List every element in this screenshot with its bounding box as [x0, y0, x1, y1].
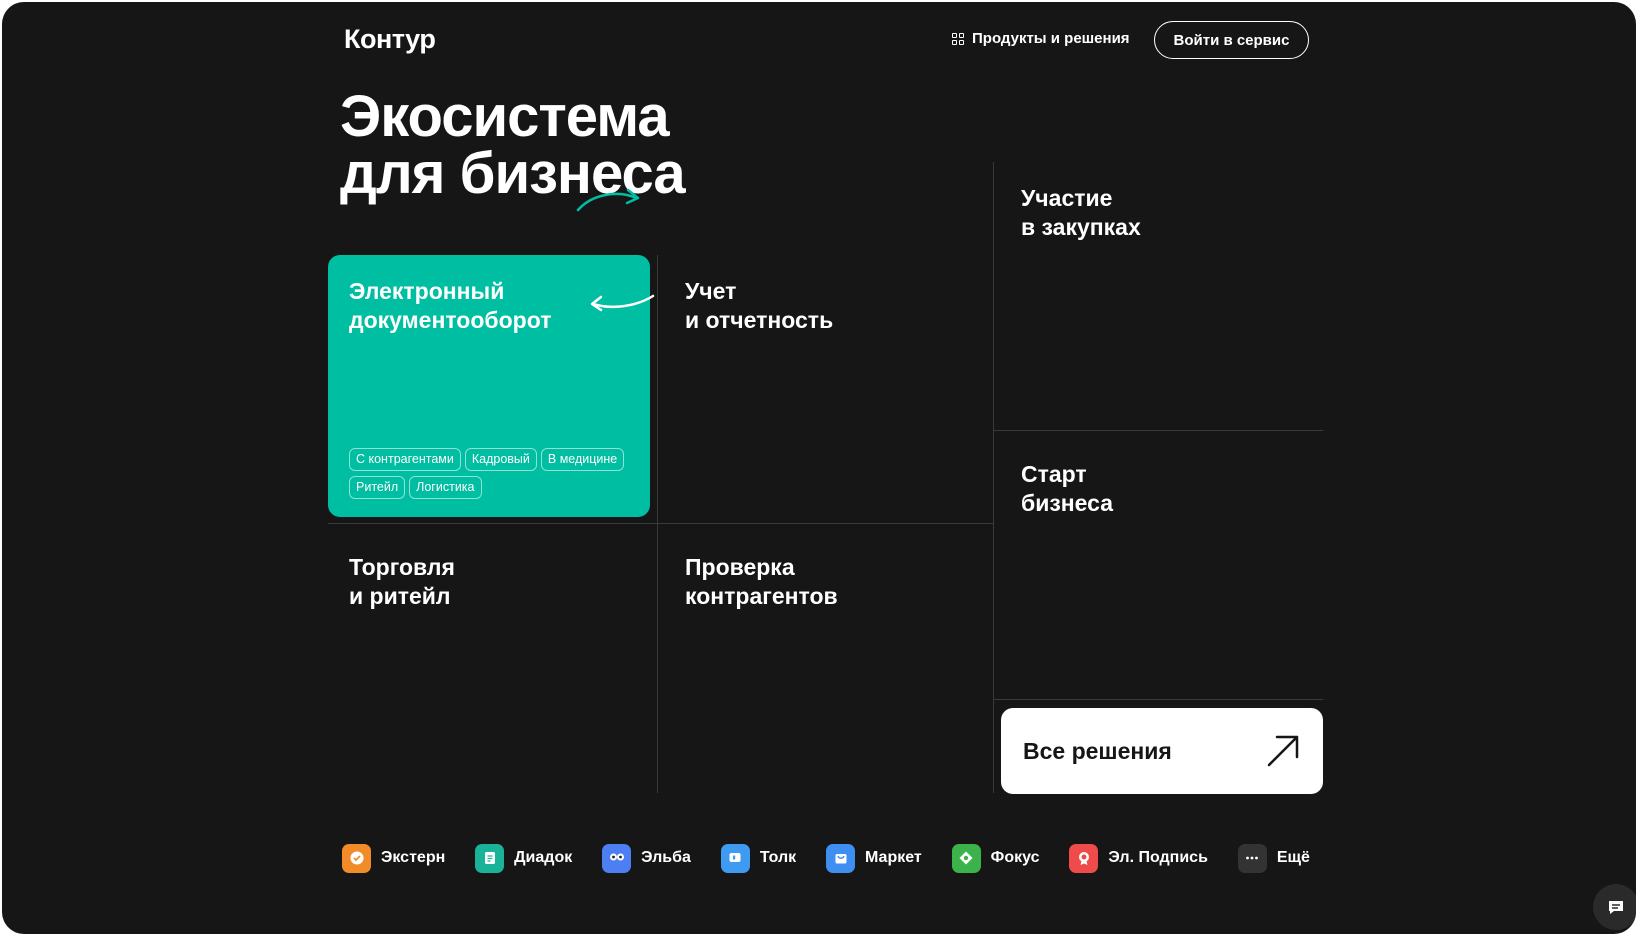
tile-procurement-title: Участие в закупках	[1021, 185, 1141, 240]
tag-logistics[interactable]: Логистика	[409, 476, 482, 499]
tile-startup[interactable]: Старт бизнеса	[1021, 460, 1113, 518]
curved-arrow-icon	[590, 294, 655, 312]
product-elba-label: Эльба	[641, 849, 691, 866]
product-tolk[interactable]: Толк	[720, 843, 797, 873]
product-extern[interactable]: Экстерн	[342, 843, 446, 873]
grid-icon	[952, 32, 964, 45]
signature-icon	[1069, 843, 1099, 873]
tile-accounting[interactable]: Учет и отчетность	[685, 277, 833, 335]
divider	[657, 255, 658, 793]
market-icon	[826, 843, 856, 873]
product-bar: Экстерн Диадок Эльба Толк Маркет Фокус Э…	[342, 843, 1310, 873]
tolk-icon	[720, 843, 750, 873]
product-market-label: Маркет	[865, 849, 922, 866]
page-frame: Контур Продукты и решения Войти в сервис…	[2, 2, 1636, 934]
tile-check-title: Проверка контрагентов	[685, 554, 838, 609]
chat-icon	[1609, 901, 1623, 914]
login-button[interactable]: Войти в сервис	[1154, 21, 1309, 59]
focus-icon	[951, 843, 981, 873]
divider	[993, 430, 1323, 431]
product-extern-label: Экстерн	[381, 849, 446, 866]
elba-icon	[602, 843, 632, 873]
all-solutions-label: Все решения	[1023, 737, 1172, 764]
product-diadoc[interactable]: Диадок	[475, 843, 573, 873]
products-menu-label: Продукты и решения	[972, 30, 1130, 47]
chat-button[interactable]	[1593, 884, 1636, 930]
all-solutions-button[interactable]: Все решения	[1001, 708, 1323, 794]
tile-check[interactable]: Проверка контрагентов	[685, 553, 838, 611]
divider	[328, 523, 993, 524]
curved-arrow-icon	[576, 188, 640, 212]
product-focus-label: Фокус	[990, 849, 1040, 866]
product-diadoc-label: Диадок	[514, 849, 573, 866]
product-market[interactable]: Маркет	[826, 843, 922, 873]
edo-tags: С контрагентами Кадровый В медицине Рите…	[349, 448, 639, 499]
product-signature-label: Эл. Подпись	[1108, 849, 1208, 866]
product-more-label: Ещё	[1276, 849, 1310, 866]
product-focus[interactable]: Фокус	[951, 843, 1040, 873]
tag-counterparties[interactable]: С контрагентами	[349, 448, 461, 471]
tag-retail[interactable]: Ритейл	[349, 476, 406, 499]
hero-title: Экосистема для бизнеса	[340, 84, 686, 203]
tile-accounting-title: Учет и отчетность	[685, 278, 834, 333]
tag-hr[interactable]: Кадровый	[464, 448, 537, 471]
kontur-logo[interactable]: Контур	[344, 24, 436, 55]
tile-startup-title: Старт бизнеса	[1021, 461, 1114, 516]
extern-icon	[342, 843, 371, 873]
hero-title-line1: Экосистема	[340, 84, 670, 149]
tile-retail[interactable]: Торговля и ритейл	[349, 553, 455, 611]
tile-retail-title: Торговля и ритейл	[349, 554, 455, 609]
tile-procurement[interactable]: Участие в закупках	[1021, 184, 1141, 242]
diadoc-icon	[475, 843, 505, 873]
products-menu-button[interactable]: Продукты и решения	[952, 30, 1130, 47]
tag-medicine[interactable]: В медицине	[540, 448, 625, 471]
divider	[993, 699, 1323, 700]
product-more[interactable]: Ещё	[1237, 843, 1310, 873]
arrow-up-right-icon	[1267, 735, 1299, 767]
product-signature[interactable]: Эл. Подпись	[1069, 843, 1208, 873]
more-icon	[1237, 843, 1267, 873]
product-tolk-label: Толк	[759, 849, 797, 866]
product-elba[interactable]: Эльба	[602, 843, 691, 873]
